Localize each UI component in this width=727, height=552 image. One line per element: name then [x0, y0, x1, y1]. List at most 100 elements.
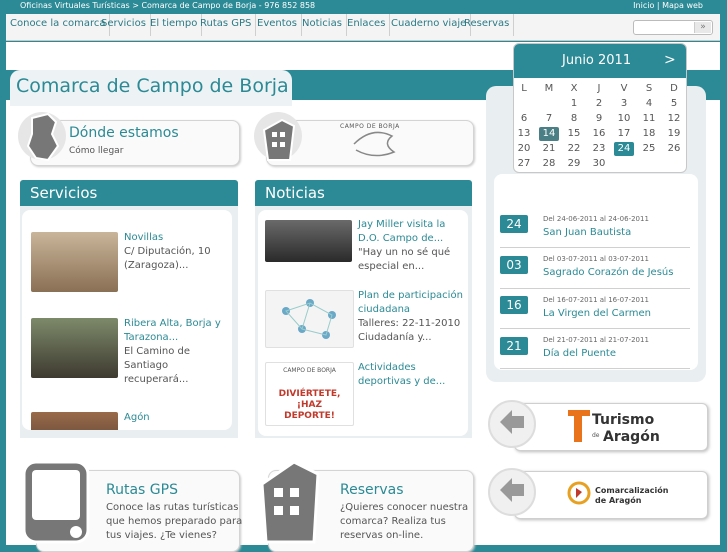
calendar-day[interactable]: 8 — [564, 112, 584, 126]
event-day-3[interactable]: 16 — [500, 296, 528, 314]
servicio-title-2b[interactable]: Tarazona... — [124, 332, 178, 343]
noticia-line-1b: especial en... — [358, 261, 425, 272]
servicio-thumb-2[interactable] — [31, 318, 118, 378]
noticia-line-2b: Ciudadanía y... — [358, 332, 432, 343]
calendar-day[interactable]: 25 — [639, 142, 659, 156]
calendar-day[interactable]: 18 — [639, 127, 659, 141]
reservas-text: ¿Quieres conocer nuestra comarca? Realiz… — [340, 501, 468, 543]
comarcalizacion-link[interactable] — [514, 471, 708, 519]
arrow-icon — [500, 410, 524, 434]
nav-item-reservas[interactable]: Reservas — [460, 14, 515, 36]
noticia-thumb-2[interactable] — [265, 290, 354, 348]
noticia-line-2a: Talleres: 22-11-2010 — [358, 318, 461, 329]
nav-item-enlaces[interactable]: Enlaces — [343, 14, 391, 36]
event-title-1[interactable]: San Juan Bautista — [543, 227, 631, 238]
event-day-4[interactable]: 21 — [500, 337, 528, 355]
calendar-day[interactable]: 13 — [514, 127, 534, 141]
noticia-title-1[interactable]: Jay Miller visita la — [358, 219, 445, 230]
donde-title[interactable]: Dónde estamos — [69, 125, 179, 141]
servicios-list: Novillas C/ Diputación, 10 (Zaragoza)...… — [22, 210, 232, 430]
comarcalizacion-text-1: Comarcalización — [595, 486, 669, 495]
calendar-day[interactable]: 22 — [564, 142, 584, 156]
calendar-day[interactable]: 20 — [514, 142, 534, 156]
calendar-weekday: X — [570, 83, 578, 94]
event-divider — [500, 368, 690, 369]
calendar-day[interactable]: 15 — [564, 127, 584, 141]
calendar-day[interactable]: 17 — [614, 127, 634, 141]
calendar-day[interactable]: 12 — [664, 112, 684, 126]
rutas-title[interactable]: Rutas GPS — [106, 482, 178, 498]
calendar-month: Junio 2011 — [562, 53, 632, 68]
reservas-title[interactable]: Reservas — [340, 482, 404, 498]
noticia-line-1a: "Hay un no sé qué — [358, 247, 451, 258]
noticia-title-3[interactable]: Actividades — [358, 362, 416, 373]
donde-subtitle[interactable]: Cómo llegar — [69, 146, 123, 156]
calendar-day[interactable]: 2 — [589, 97, 609, 111]
calendar-day[interactable]: 16 — [589, 127, 609, 141]
nav-item-servicios[interactable]: Servicios — [97, 14, 151, 36]
reservas-line-3: reservas on-line. — [340, 530, 424, 541]
turismo-aragon-logo-mark — [568, 410, 590, 442]
nav-item-eventos[interactable]: Eventos — [253, 14, 302, 36]
search-input[interactable]: » — [633, 20, 713, 35]
calendar-day[interactable]: 23 — [589, 142, 609, 156]
calendar-day[interactable]: 7 — [539, 112, 559, 126]
noticia-title-2[interactable]: Plan de participación — [358, 290, 463, 301]
network-diagram — [282, 299, 336, 339]
nav-item-conoce[interactable]: Conoce la comarca — [6, 14, 111, 36]
top-links[interactable]: Inicio | Mapa web — [633, 0, 703, 11]
servicio-thumb-3[interactable] — [31, 412, 118, 430]
turismo-text-small: de — [592, 432, 600, 439]
event-date-3: Del 16-07-2011 al 16-07-2011 — [543, 296, 649, 304]
servicio-title-3[interactable]: Agón — [124, 412, 150, 423]
rutas-text: Conoce las rutas turísticas que hemos pr… — [106, 501, 242, 543]
noticia-title-1b[interactable]: D.O. Campo de... — [358, 233, 443, 244]
nav-item-cuaderno[interactable]: Cuaderno viaje — [387, 14, 472, 36]
event-divider — [500, 288, 690, 289]
servicio-thumb-1[interactable] — [31, 232, 118, 292]
servicio-title-2[interactable]: Ribera Alta, Borja y — [124, 318, 221, 329]
calendar-day[interactable]: 21 — [539, 142, 559, 156]
nav-item-tiempo[interactable]: El tiempo — [146, 14, 203, 36]
noticia-title-3b[interactable]: deportivas y de... — [358, 376, 445, 387]
nav-item-rutas[interactable]: Rutas GPS — [196, 14, 257, 36]
calendar-day[interactable]: 5 — [664, 97, 684, 111]
event-title-3[interactable]: La Virgen del Carmen — [543, 308, 651, 319]
calendar-day[interactable]: 6 — [514, 112, 534, 126]
event-day-2[interactable]: 03 — [500, 256, 528, 274]
calendar-day[interactable]: 29 — [564, 157, 584, 171]
calendar-day[interactable]: 3 — [614, 97, 634, 111]
calendar-day[interactable]: 9 — [589, 112, 609, 126]
calendar-weekday: M — [544, 83, 554, 94]
calendar-day[interactable]: 26 — [664, 142, 684, 156]
servicio-line-2a: El Camino de — [124, 346, 191, 357]
calendar-next-button[interactable]: > — [664, 52, 676, 68]
calendar-day[interactable]: 24 — [614, 142, 634, 156]
noticia-thumb-1[interactable] — [265, 220, 352, 262]
calendar-day[interactable]: 27 — [514, 157, 534, 171]
rutas-line-1: Conoce las rutas turísticas — [106, 502, 239, 513]
noticias-list: Jay Miller visita la D.O. Campo de... "H… — [258, 210, 468, 436]
calendar: Junio 2011 > L M X J V S D 1 2 3 4 5 6 7 8 9 10 11 12 13 14 1… — [513, 43, 687, 173]
calendar-day[interactable]: 4 — [639, 97, 659, 111]
calendar-day[interactable]: 19 — [664, 127, 684, 141]
calendar-day[interactable]: 11 — [639, 112, 659, 126]
calendar-day[interactable]: 14 — [539, 127, 559, 141]
noticia-thumb-3[interactable]: CAMPO DE BORJA DIVIÉRTETE, ¡HAZ DEPORTE! — [265, 362, 354, 426]
servicio-title-1[interactable]: Novillas — [124, 232, 163, 243]
noticia-title-2b[interactable]: ciudadana — [358, 304, 410, 315]
calendar-header: Junio 2011 > — [514, 44, 686, 78]
event-day-1[interactable]: 24 — [500, 215, 528, 233]
calendar-day[interactable]: 1 — [564, 97, 584, 111]
event-title-4[interactable]: Día del Puente — [543, 348, 616, 359]
calendar-day[interactable]: 30 — [589, 157, 609, 171]
search-button[interactable]: » — [694, 22, 711, 33]
nav-item-noticias[interactable]: Noticias — [298, 14, 347, 36]
main-nav: Conoce la comarca Servicios El tiempo Ru… — [6, 14, 720, 41]
calendar-day[interactable]: 28 — [539, 157, 559, 171]
event-title-2[interactable]: Sagrado Corazón de Jesús — [543, 267, 673, 278]
calendar-day[interactable]: 10 — [614, 112, 634, 126]
servicio-line-1a: C/ Diputación, 10 — [124, 246, 211, 257]
breadcrumb: Oficinas Virtuales Turísticas > Comarca … — [20, 1, 316, 10]
turismo-text-2: Aragón — [603, 429, 660, 445]
